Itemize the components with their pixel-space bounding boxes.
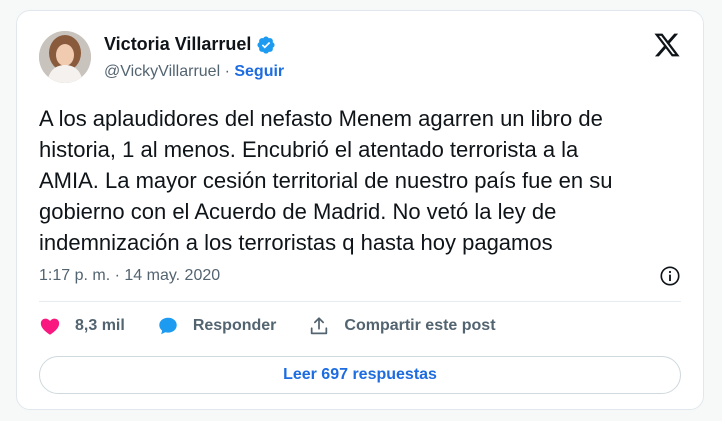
action-bar: 8,3 mil Responder Compartir este post: [39, 315, 528, 337]
heart-icon: [40, 318, 60, 335]
author-name[interactable]: Victoria Villarruel: [104, 34, 251, 55]
read-replies-button[interactable]: Leer 697 respuestas: [39, 356, 681, 394]
separator-dot: ·: [220, 63, 235, 80]
info-icon[interactable]: [659, 265, 681, 287]
follow-button[interactable]: Seguir: [234, 63, 284, 80]
verified-badge-icon: [257, 35, 275, 54]
timestamp[interactable]: 1:17 p. m. · 14 may. 2020: [39, 267, 220, 285]
like-count: 8,3 mil: [75, 317, 125, 334]
avatar[interactable]: [39, 31, 91, 83]
avatar-image: [39, 31, 91, 83]
speech-bubble-icon: [159, 317, 177, 335]
share-label: Compartir este post: [344, 317, 496, 334]
author-row: Victoria Villarruel: [104, 34, 276, 55]
x-logo-icon[interactable]: [653, 31, 681, 59]
share-button[interactable]: Compartir este post: [308, 315, 496, 337]
tweet-card: Victoria Villarruel @VickyVillarruel · S…: [16, 10, 704, 410]
like-button[interactable]: 8,3 mil: [39, 315, 125, 337]
author-handle[interactable]: @VickyVillarruel: [104, 63, 220, 80]
divider: [39, 301, 681, 302]
tweet-text: A los aplaudidores del nefasto Menem aga…: [39, 106, 613, 255]
handle-row: @VickyVillarruel · Seguir: [104, 63, 284, 81]
reply-button[interactable]: Responder: [157, 315, 277, 337]
share-icon: [311, 317, 328, 335]
reply-label: Responder: [192, 317, 277, 334]
